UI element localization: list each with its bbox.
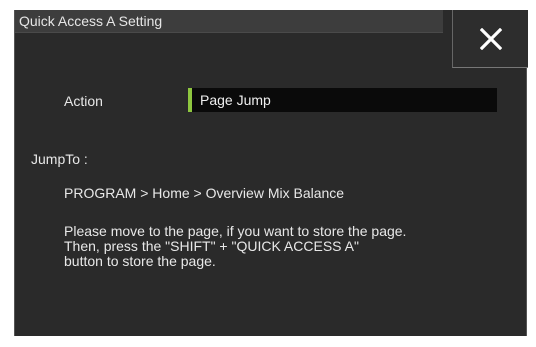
quick-access-dialog: Quick Access A Setting Action Page Jump … [14,10,528,336]
message-line-3: button to store the page. [64,253,216,269]
action-value: Page Jump [200,92,271,108]
jumpto-label: JumpTo : [31,151,88,167]
close-icon [480,28,502,50]
message-line-2: Then, press the "SHIFT" + "QUICK ACCESS … [64,238,359,254]
action-select[interactable]: Page Jump [188,88,497,112]
action-label: Action [64,93,103,109]
dialog-title: Quick Access A Setting [19,13,163,29]
selection-marker [188,88,192,112]
close-button[interactable] [452,10,528,68]
jump-path: PROGRAM > Home > Overview Mix Balance [64,185,345,201]
title-bar: Quick Access A Setting [15,10,443,33]
instruction-message: Please move to the page, if you want to … [64,224,406,269]
message-line-1: Please move to the page, if you want to … [64,223,407,239]
